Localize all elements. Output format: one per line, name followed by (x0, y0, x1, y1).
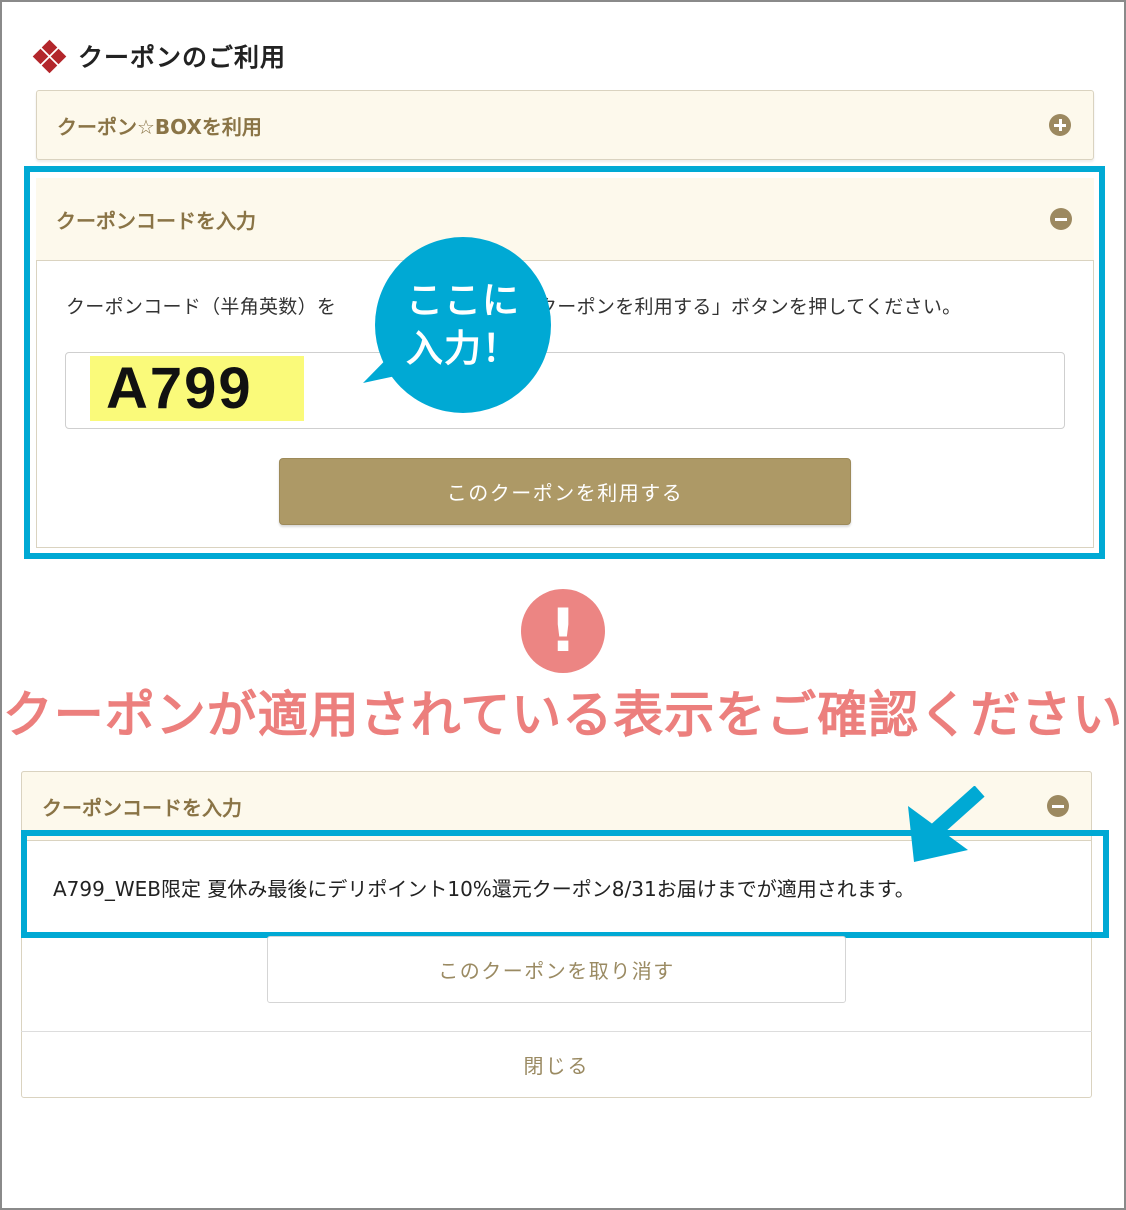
result-accordion-label: クーポンコードを入力 (42, 795, 242, 820)
arrow-down-left-icon (908, 786, 985, 862)
code-accordion-label: クーポンコードを入力 (56, 208, 256, 233)
enter-here-bubble: ここに 入力！ (375, 237, 551, 413)
section-header: クーポンのご利用 (32, 36, 287, 76)
bubble-line-1: ここに (406, 279, 520, 322)
coupon-box-label: クーポン☆BOXを利用 (57, 114, 262, 139)
minus-circle-icon[interactable] (1047, 795, 1069, 817)
notice-text: クーポンが適用されている表示をご確認ください (2, 686, 1124, 744)
exclamation-icon: ! (521, 589, 605, 673)
instruction-left: クーポンコード（半角英数）を (66, 296, 337, 318)
close-button[interactable]: 閉じる (21, 1031, 1092, 1097)
coupon-box-accordion[interactable]: クーポン☆BOXを利用 (36, 90, 1094, 160)
diamond-logo-icon (32, 39, 67, 74)
coupon-code-value: A799 (90, 356, 304, 421)
cancel-coupon-button[interactable]: このクーポンを取り消す (267, 936, 846, 1003)
code-accordion-header[interactable]: クーポンコードを入力 (36, 178, 1094, 261)
plus-circle-icon[interactable] (1049, 114, 1071, 136)
bubble-line-2: 入力！ (406, 327, 520, 370)
section-title: クーポンのご利用 (78, 43, 287, 72)
minus-circle-icon[interactable] (1050, 208, 1072, 230)
apply-coupon-button[interactable]: このクーポンを利用する (279, 458, 851, 525)
instruction-right: クーポンを利用する」ボタンを押してください。 (538, 296, 962, 318)
